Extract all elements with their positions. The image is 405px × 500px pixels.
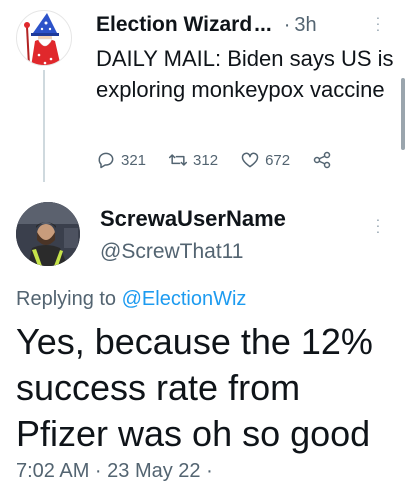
wizard-avatar-icon <box>24 13 61 65</box>
user-photo-icon <box>16 202 80 266</box>
reply-display-name[interactable]: ScrewaUserName <box>100 206 286 232</box>
reply-count: 321 <box>121 151 147 169</box>
like-count: 672 <box>265 151 291 169</box>
like-icon <box>241 152 259 168</box>
thread-connector-line <box>43 70 45 182</box>
share-button[interactable] <box>312 150 337 170</box>
client-link-cutoff <box>16 492 236 500</box>
scrollbar-thumb[interactable] <box>401 78 405 150</box>
reply-tweet-text: Yes, because the 12% success rate from P… <box>16 321 373 454</box>
replying-prefix: Replying to <box>16 288 117 310</box>
retweet-icon <box>168 154 188 166</box>
parent-tweet-text: DAILY MAIL: Biden says US is exploring m… <box>96 46 394 102</box>
share-icon <box>313 151 331 169</box>
retweet-count: 312 <box>193 151 219 169</box>
parent-name-ellipsis: ... <box>254 13 272 36</box>
parent-tweet-header: Election Wizard ... · 3h <box>96 10 391 40</box>
reply-icon <box>98 152 114 169</box>
like-button[interactable]: 672 <box>240 150 290 170</box>
parent-more-icon[interactable]: · · · <box>373 10 383 36</box>
parent-action-bar: 321 312 672 <box>96 150 359 170</box>
reply-handle[interactable]: @ScrewThat11 <box>100 240 243 264</box>
user-avatar[interactable] <box>16 202 80 266</box>
reply-more-icon[interactable]: · · · <box>373 212 383 238</box>
parent-timestamp[interactable]: 3h <box>294 14 316 37</box>
replying-to-line: Replying to @ElectionWiz <box>16 288 246 311</box>
election-wizard-avatar[interactable] <box>16 10 72 66</box>
parent-separator: · <box>283 13 291 36</box>
reply-button[interactable]: 321 <box>96 150 146 170</box>
parent-display-name[interactable]: Election Wizard <box>96 13 252 37</box>
reply-timestamp[interactable]: 7:02 AM · 23 May 22 · <box>16 460 213 483</box>
replying-mention-link[interactable]: @ElectionWiz <box>122 288 247 310</box>
retweet-button[interactable]: 312 <box>168 150 218 170</box>
